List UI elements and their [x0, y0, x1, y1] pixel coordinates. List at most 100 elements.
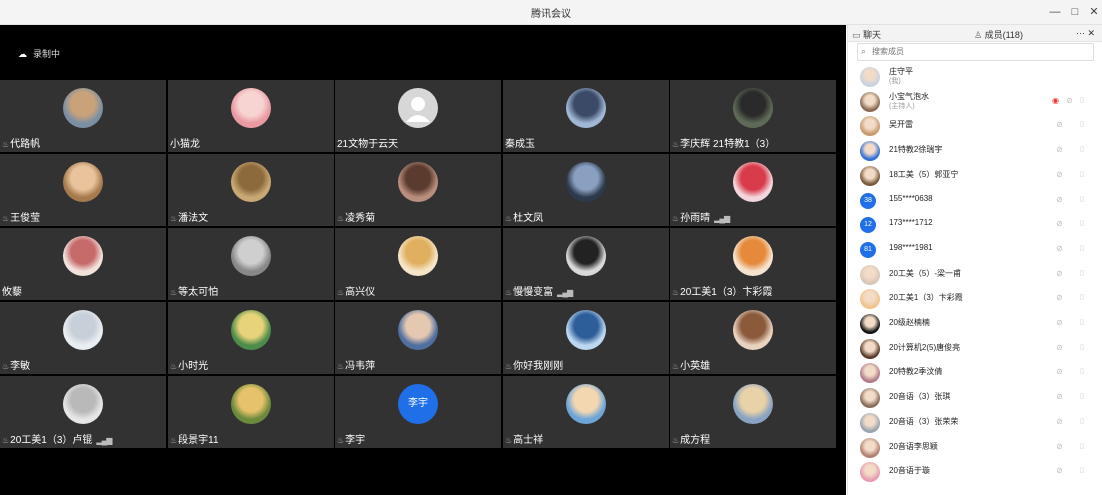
participant-name: 潘法文 [178, 213, 209, 224]
participant-tile[interactable]: 李宇 ♨李宇 [335, 376, 501, 448]
member-row[interactable]: 21特教2徐瑞宇 ⊘ ▯ [848, 139, 1102, 163]
member-avatar [860, 289, 880, 310]
mic-muted-icon: ♨ [672, 362, 680, 371]
member-row[interactable]: 20工美（5）-梁一甫 ⊘ ▯ [848, 263, 1102, 287]
camera-off-icon[interactable]: ▯ [1080, 392, 1084, 400]
mic-muted-icon: ♨ [672, 140, 680, 149]
member-row[interactable]: 20级赵楠楠 ⊘ ▯ [848, 312, 1102, 336]
camera-off-icon[interactable]: ▯ [1080, 367, 1084, 375]
participant-name: 攸藜 [2, 287, 22, 298]
participant-tile[interactable]: ♨潘法文 [168, 154, 334, 226]
mic-muted-icon[interactable]: ⊘ [1056, 195, 1063, 204]
mic-muted-icon[interactable]: ⊘ [1056, 343, 1063, 352]
camera-off-icon[interactable]: ▯ [1080, 293, 1084, 301]
member-row[interactable]: 吴开雷 ⊘ ▯ [848, 114, 1102, 138]
mic-muted-icon[interactable]: ⊘ [1056, 392, 1063, 401]
participant-name-row: ♨代路帆 [2, 135, 40, 150]
panel-more-button[interactable]: ··· ✕ [1076, 28, 1095, 39]
mic-muted-icon[interactable]: ⊘ [1056, 293, 1063, 302]
window-title: 腾讯会议 [531, 9, 571, 20]
camera-off-icon[interactable]: ▯ [1080, 466, 1084, 474]
tab-chat[interactable]: ▭ 聊天 [852, 28, 881, 41]
participant-tile[interactable]: ♨高兴仪 [335, 228, 501, 300]
camera-off-icon[interactable]: ▯ [1080, 120, 1084, 128]
camera-off-icon[interactable]: ▯ [1080, 195, 1084, 203]
member-row[interactable]: 20计算机2(5)唐俊亮 ⊘ ▯ [848, 337, 1102, 361]
tab-members[interactable]: ♙ 成员(118) [974, 28, 1023, 41]
participant-tile[interactable]: ♨慢慢变富 ▂▄▆ [503, 228, 669, 300]
mic-muted-icon[interactable]: ⊘ [1056, 466, 1063, 475]
camera-off-icon[interactable]: ▯ [1080, 219, 1084, 227]
member-avatar [860, 91, 880, 112]
cloud-icon: ☁ [18, 49, 27, 59]
member-row[interactable]: 小宝气泡水 (主持人) ◉ ⊘ ▯ [848, 90, 1102, 114]
member-avatar [860, 437, 880, 458]
participant-tile[interactable]: ♨你好我刚刚 [503, 302, 669, 374]
close-button[interactable]: ✕ [1085, 3, 1102, 21]
participant-tile[interactable]: ♨20工美1（3）卞彩霞 [670, 228, 836, 300]
participant-tile[interactable]: ♨代路帆 [0, 80, 166, 152]
participant-tile[interactable]: ♨李敏 [0, 302, 166, 374]
participant-name-row: ♨王俊莹 [2, 209, 40, 224]
camera-off-icon[interactable]: ▯ [1080, 318, 1084, 326]
mic-muted-icon[interactable]: ⊘ [1056, 244, 1063, 253]
member-avatar [860, 264, 880, 285]
member-row[interactable]: 20特教2季汶倩 ⊘ ▯ [848, 361, 1102, 385]
member-row[interactable]: 20音语李思颖 ⊘ ▯ [848, 436, 1102, 460]
participant-tile[interactable]: ♨小时光 [168, 302, 334, 374]
participant-tile[interactable]: ♨段景宇11 [168, 376, 334, 448]
participant-tile[interactable]: ♨李庆辉 21特教1（3） [670, 80, 836, 152]
member-row[interactable]: 庄守平 (我) [848, 65, 1102, 89]
camera-off-icon[interactable]: ▯ [1080, 96, 1084, 104]
camera-off-icon[interactable]: ▯ [1080, 269, 1084, 277]
mic-muted-icon[interactable]: ⊘ [1056, 269, 1063, 278]
participant-tile[interactable]: ♨凌秀菊 [335, 154, 501, 226]
minimize-button[interactable]: — [1046, 3, 1064, 21]
participant-tile[interactable]: ♨孙雨晴 ▂▄▆ [670, 154, 836, 226]
member-row[interactable]: 12 173****1712 ⊘ ▯ [848, 213, 1102, 237]
recording-indicator[interactable]: ☁ 录制中 [18, 47, 60, 60]
participant-name-row: 小猫龙 [170, 135, 200, 150]
camera-off-icon[interactable]: ▯ [1080, 442, 1084, 450]
participant-tile[interactable]: ♨成方程 [670, 376, 836, 448]
mic-muted-icon[interactable]: ⊘ [1056, 120, 1063, 129]
mic-muted-icon[interactable]: ⊘ [1056, 219, 1063, 228]
member-row[interactable]: 20音语（3）张荣荣 ⊘ ▯ [848, 411, 1102, 435]
member-row[interactable]: 38 155****0638 ⊘ ▯ [848, 189, 1102, 213]
member-row[interactable]: 20工美1（3）卞彩霞 ⊘ ▯ [848, 287, 1102, 311]
participant-tile[interactable]: ♨20工美1（3）卢锟 ▂▄▆ [0, 376, 166, 448]
mic-muted-icon[interactable]: ⊘ [1056, 170, 1063, 179]
participant-name-row: ♨小英雄 [672, 357, 710, 372]
member-row[interactable]: 20音语于璇 ⊘ ▯ [848, 460, 1102, 484]
mic-muted-icon[interactable]: ⊘ [1056, 318, 1063, 327]
member-row[interactable]: 18工美（5）郭亚宁 ⊘ ▯ [848, 164, 1102, 188]
participant-tile[interactable]: ♨小英雄 [670, 302, 836, 374]
member-row[interactable]: 81 198****1981 ⊘ ▯ [848, 238, 1102, 262]
camera-off-icon[interactable]: ▯ [1080, 343, 1084, 351]
member-row[interactable]: 20音语（3）张琪 ⊘ ▯ [848, 386, 1102, 410]
participant-tile[interactable]: 小猫龙 [168, 80, 334, 152]
mic-muted-icon: ♨ [337, 362, 345, 371]
participant-tile[interactable]: ♨等太可怕 [168, 228, 334, 300]
participant-tile[interactable]: ♨王俊莹 [0, 154, 166, 226]
mic-muted-icon[interactable]: ⊘ [1056, 417, 1063, 426]
member-avatar-number: 12 [860, 217, 876, 234]
camera-off-icon[interactable]: ▯ [1080, 145, 1084, 153]
maximize-button[interactable]: □ [1066, 3, 1084, 21]
camera-off-icon[interactable]: ▯ [1080, 417, 1084, 425]
participant-tile[interactable]: ♨冯韦萍 [335, 302, 501, 374]
camera-on-icon[interactable]: ◉ [1052, 96, 1059, 105]
mic-muted-icon[interactable]: ⊘ [1056, 442, 1063, 451]
mic-muted-icon[interactable]: ⊘ [1066, 96, 1073, 105]
participant-tile[interactable]: 秦成玉 [503, 80, 669, 152]
participant-tile[interactable]: 21文物于云天 [335, 80, 501, 152]
member-search[interactable]: ⌕ [857, 43, 1094, 61]
participant-tile[interactable]: 攸藜 [0, 228, 166, 300]
participant-tile[interactable]: ♨杜文凤 [503, 154, 669, 226]
camera-off-icon[interactable]: ▯ [1080, 170, 1084, 178]
mic-muted-icon[interactable]: ⊘ [1056, 145, 1063, 154]
mic-muted-icon[interactable]: ⊘ [1056, 367, 1063, 376]
camera-off-icon[interactable]: ▯ [1080, 244, 1084, 252]
member-search-input[interactable] [872, 44, 1082, 59]
participant-tile[interactable]: ♨高士祥 [503, 376, 669, 448]
